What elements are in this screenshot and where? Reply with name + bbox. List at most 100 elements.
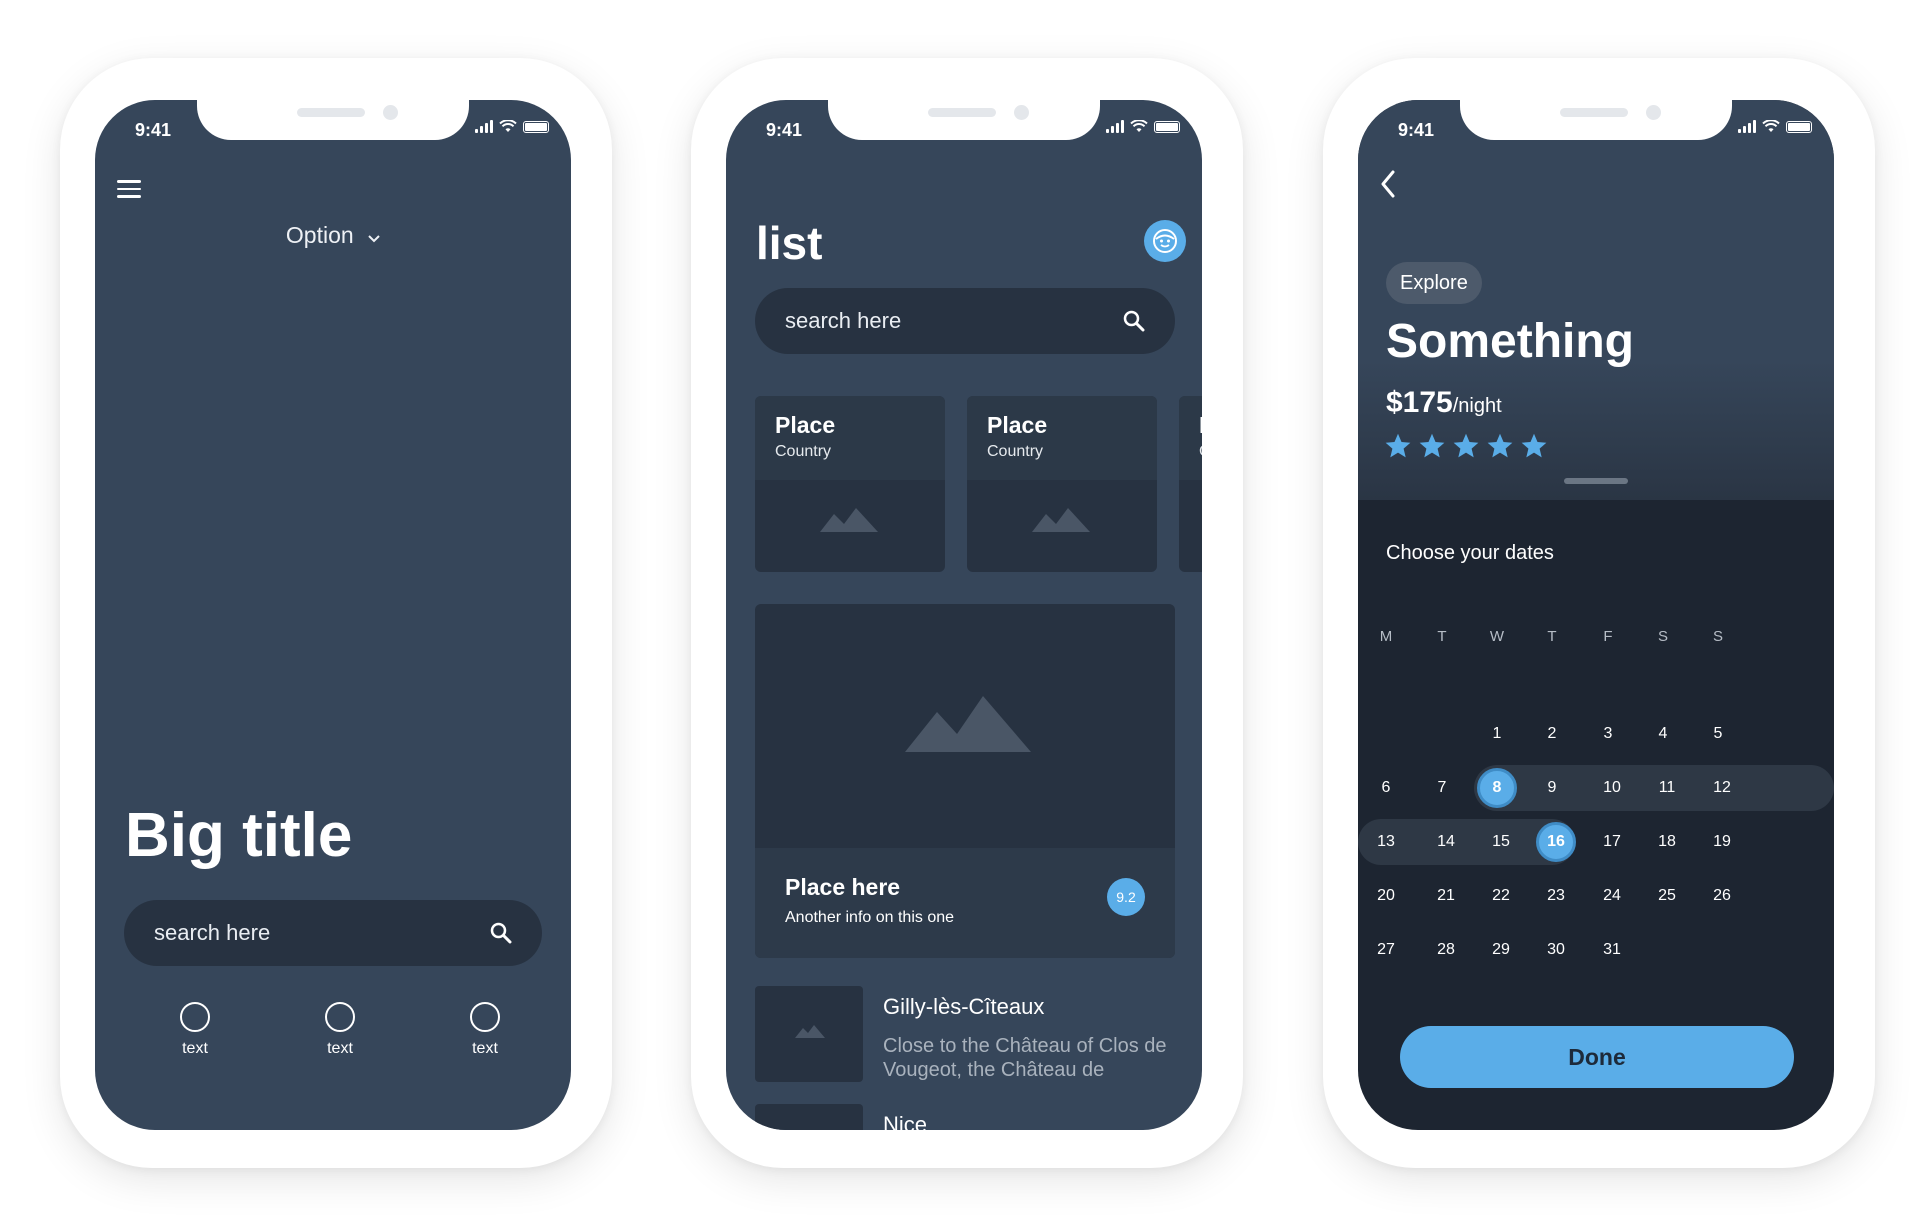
price-value: $175 <box>1386 386 1453 419</box>
dates-prompt: Choose your dates <box>1386 542 1554 564</box>
calendar-day[interactable]: 27 <box>1366 930 1406 970</box>
calendar-day[interactable]: 16 <box>1536 822 1576 862</box>
calendar-day[interactable]: 4 <box>1643 714 1683 754</box>
list-item-title: Gilly-lès-Cîteaux <box>883 994 1045 1019</box>
battery-icon <box>1154 120 1180 133</box>
list-thumbnail <box>755 986 863 1082</box>
search-icon[interactable] <box>490 922 512 944</box>
weekday-label: F <box>1603 628 1613 645</box>
calendar-day[interactable]: 1 <box>1477 714 1517 754</box>
place-card[interactable]: Place Country <box>967 396 1157 572</box>
weekday-label: T <box>1437 628 1447 645</box>
tab-label: text <box>182 1040 208 1057</box>
star-icon <box>1487 433 1513 458</box>
tab-item-1[interactable]: text <box>155 1002 235 1058</box>
calendar-day[interactable]: 9 <box>1532 768 1572 808</box>
calendar-day[interactable]: 17 <box>1592 822 1632 862</box>
star-icon <box>1385 433 1411 458</box>
place-card-title: Place <box>775 412 836 438</box>
place-card-subtitle: C <box>1199 443 1202 461</box>
calendar-day[interactable]: 5 <box>1698 714 1738 754</box>
hamburger-menu-icon[interactable] <box>117 180 141 198</box>
calendar-day[interactable]: 25 <box>1647 876 1687 916</box>
calendar-day[interactable]: 15 <box>1481 822 1521 862</box>
place-card[interactable]: PC <box>1179 396 1202 572</box>
calendar-day[interactable]: 7 <box>1422 768 1462 808</box>
search-placeholder: search here <box>785 308 902 333</box>
weekday-label: S <box>1712 628 1723 645</box>
option-label: Option <box>285 222 354 248</box>
place-card-subtitle: Country <box>775 443 832 460</box>
price-unit: /night <box>1452 395 1502 417</box>
calendar-day[interactable]: 31 <box>1592 930 1632 970</box>
status-icons <box>1738 120 1812 133</box>
calendar-day[interactable]: 19 <box>1702 822 1742 862</box>
screen-detail: 9:41 Explore Something $175/night Choose… <box>1358 100 1834 1130</box>
calendar-day[interactable]: 14 <box>1426 822 1466 862</box>
weekday-label: S <box>1657 628 1668 645</box>
list-thumbnail <box>755 1104 863 1130</box>
calendar-day[interactable]: 26 <box>1702 876 1742 916</box>
weekday-label: T <box>1547 628 1557 645</box>
wifi-icon <box>499 120 517 132</box>
circle-icon <box>325 1002 355 1032</box>
featured-place-card[interactable]: Place here Another info on this one 9.2 <box>755 604 1175 958</box>
list-item-description: Close to the Château of Clos de Vougeot,… <box>883 1035 1167 1081</box>
featured-subtitle: Another info on this one <box>785 909 955 926</box>
star-icon <box>1521 433 1547 458</box>
featured-title: Place here <box>785 874 901 900</box>
calendar-day[interactable]: 24 <box>1592 876 1632 916</box>
signal-icon <box>475 120 493 133</box>
search-input[interactable]: search here <box>755 288 1175 354</box>
calendar-day[interactable]: 8 <box>1477 768 1517 808</box>
circle-icon <box>470 1002 500 1032</box>
chevron-down-icon <box>368 235 380 243</box>
star-icon <box>1453 433 1479 458</box>
weekday-label: W <box>1489 628 1505 645</box>
list-item-title: Nice <box>883 1112 928 1130</box>
calendar-day[interactable]: 21 <box>1426 876 1466 916</box>
calendar-day[interactable]: 13 <box>1366 822 1406 862</box>
place-card-title: P <box>1199 412 1202 439</box>
calendar-day[interactable]: 23 <box>1536 876 1576 916</box>
battery-icon <box>523 120 549 133</box>
tab-item-3[interactable]: text <box>445 1002 525 1058</box>
calendar-day[interactable]: 6 <box>1366 768 1406 808</box>
place-card-title: Place <box>987 412 1048 438</box>
notch <box>197 100 469 140</box>
calendar-day[interactable]: 22 <box>1481 876 1521 916</box>
calendar-day[interactable]: 28 <box>1426 930 1466 970</box>
calendar-day[interactable]: 2 <box>1532 714 1572 754</box>
big-title: Big title <box>125 801 353 870</box>
star-rating <box>1384 432 1548 460</box>
sheet-drag-handle[interactable] <box>1564 478 1628 484</box>
calendar-day[interactable]: 10 <box>1592 768 1632 808</box>
calendar-day[interactable]: 20 <box>1366 876 1406 916</box>
phone-frame: 9:41 Explore Something $175/night Choose… <box>1323 58 1875 1168</box>
calendar-day[interactable]: 11 <box>1647 768 1687 808</box>
calendar-day[interactable]: 3 <box>1588 714 1628 754</box>
image-placeholder-icon <box>1032 508 1090 532</box>
avatar[interactable] <box>1144 220 1186 262</box>
calendar-day[interactable]: 18 <box>1647 822 1687 862</box>
tab-item-2[interactable]: text <box>300 1002 380 1058</box>
price: $175/night <box>1386 386 1502 420</box>
tab-bar: text text text <box>155 1002 525 1058</box>
option-dropdown[interactable]: Option <box>95 222 571 249</box>
place-card[interactable]: Place Country <box>755 396 945 572</box>
signal-icon <box>1738 120 1756 133</box>
rating-badge: 9.2 <box>1107 878 1145 916</box>
category-tag[interactable]: Explore <box>1386 262 1482 304</box>
phone-frame: 9:41 list search here Place Country Place… <box>691 58 1243 1168</box>
calendar-day[interactable]: 29 <box>1481 930 1521 970</box>
search-input[interactable]: search here <box>124 900 542 966</box>
calendar-day[interactable]: 30 <box>1536 930 1576 970</box>
search-icon[interactable] <box>1123 310 1145 332</box>
back-arrow-icon[interactable] <box>1380 170 1396 198</box>
done-button[interactable]: Done <box>1400 1026 1794 1088</box>
screen-home: 9:41 Option Big title search here text t… <box>95 100 571 1130</box>
star-icon <box>1419 433 1445 458</box>
detail-title: Something <box>1386 315 1634 368</box>
calendar-day[interactable]: 12 <box>1702 768 1742 808</box>
status-time: 9:41 <box>135 120 172 140</box>
